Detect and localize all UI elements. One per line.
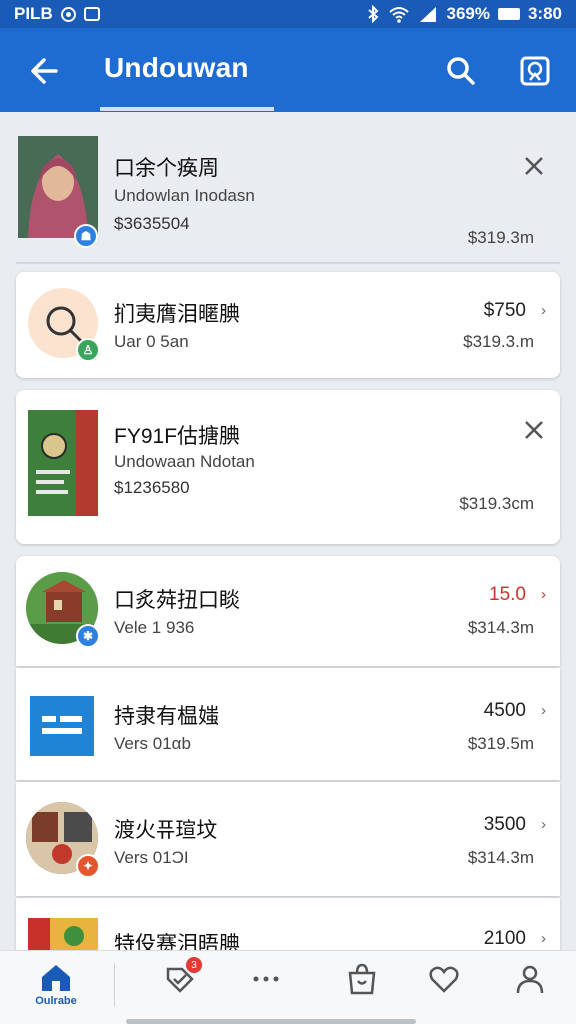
chevron-right-icon: › [541,702,546,719]
chevron-right-icon: › [541,930,546,947]
user-icon [516,965,544,994]
list-item[interactable]: 持隶有榅媸 Vers 01αb 4500 $319.5m › [16,668,560,780]
bluetooth-icon [368,5,379,23]
back-arrow-icon[interactable] [26,52,64,90]
nav-home[interactable]: Oulrabe [28,961,84,1011]
more-dots-icon [253,976,279,982]
status-carrier: PILB [14,4,53,23]
flag-badge-icon: ✦ [76,854,100,878]
close-icon[interactable] [522,418,546,442]
thumbnail [30,696,94,756]
bottom-nav: Oulrabe 3 [0,950,576,1024]
item-subtitle: Vers 01αb [114,734,191,753]
nav-profile[interactable] [502,961,558,1011]
home-icon [42,965,70,991]
item-amount: $319.5m [467,734,534,753]
item-title: 持隶有榅媸 [114,705,219,728]
item-subtitle: Vele 1 936 [114,618,195,637]
nav-more[interactable] [238,961,294,1011]
nav-home-label: Oulrabe [35,995,77,1007]
item-subtitle: Vers 01ƆI [114,848,189,867]
page-title: Undouwan [104,52,249,83]
book-cover [28,410,98,516]
chevron-right-icon: › [541,586,546,603]
orders-count-badge: 3 [186,957,202,973]
status-badge-icon: ♙ [76,338,100,362]
thumbnail [28,918,98,950]
chevron-right-icon: › [541,816,546,833]
item-title: 口炙荈扭口睒 [114,589,240,612]
nav-favorites[interactable] [416,961,472,1011]
list-item[interactable]: FY91F估搪腆 Undowaan Ndotan $1236580 $319.3… [16,390,560,544]
message-icon [83,7,100,21]
title-underline [100,107,274,111]
verified-badge-icon: ✱ [76,624,100,648]
shopping-bag-icon [348,963,376,995]
nav-shop[interactable] [334,961,390,1011]
item-subtitle: Uar 0 5an [114,332,189,351]
item-amount: $314.3m [467,848,534,867]
search-icon[interactable] [442,52,480,90]
item-amount: $319.3cm [459,494,534,513]
item-title: 口余个痪周 [114,157,219,180]
nav-orders[interactable]: 3 [152,957,208,1011]
item-subtitle: Undowaan Ndotan [114,452,255,471]
item-title: FY91F估搪腆 [114,425,241,448]
item-amount: $319.3m [467,228,534,247]
avatar [18,136,98,238]
item-price: 4500 [483,700,526,721]
signal-icon [420,7,437,22]
list-item[interactable]: 特伇赛泪晤腆 2100 › [16,898,560,950]
item-meta: $1236580 [114,478,190,497]
item-price: $750 [483,300,526,321]
item-title: 特伇赛泪晤腆 [114,933,240,950]
item-meta: $3635504 [114,214,190,233]
item-price: 15.0 [489,584,526,605]
battery-percent: 369% [446,4,490,23]
item-price: 2100 [483,928,526,949]
app-bar: Undouwan [0,28,576,112]
list-item[interactable]: ♙ 扪夷膺泪暱腆 Uar 0 5an $750 $319.3.m › [16,272,560,378]
clock: 3:80 [527,4,562,23]
status-bar: PILB 369% 3:80 [0,0,576,28]
item-title: 渡火퓨瑄坟 [114,819,218,842]
verified-badge-icon: ☗ [74,224,98,248]
close-icon[interactable] [522,154,546,178]
notification-icon [60,6,76,22]
battery-icon [497,8,520,20]
heart-icon [429,966,459,993]
nav-divider [114,963,115,1007]
profile-badge-icon[interactable] [516,52,554,90]
item-subtitle: Undowlan Inodasn [114,186,255,205]
list-item[interactable]: ☗ 口余个痪周 Undowlan Inodasn $3635504 $319.3… [16,126,560,264]
chevron-right-icon: › [541,302,546,319]
item-price: 3500 [483,814,526,835]
list-item[interactable]: ✦ 渡火퓨瑄坟 Vers 01ƆI 3500 $314.3m › [16,782,560,896]
item-title: 扪夷膺泪暱腆 [114,303,240,326]
home-indicator [126,1019,416,1024]
list-item[interactable]: ✱ 口炙荈扭口睒 Vele 1 936 15.0 $314.3m › [16,556,560,666]
item-amount: $314.3m [467,618,534,637]
wifi-icon [389,7,410,23]
item-amount: $319.3.m [463,332,534,351]
result-list: ☗ 口余个痪周 Undowlan Inodasn $3635504 $319.3… [0,112,576,950]
